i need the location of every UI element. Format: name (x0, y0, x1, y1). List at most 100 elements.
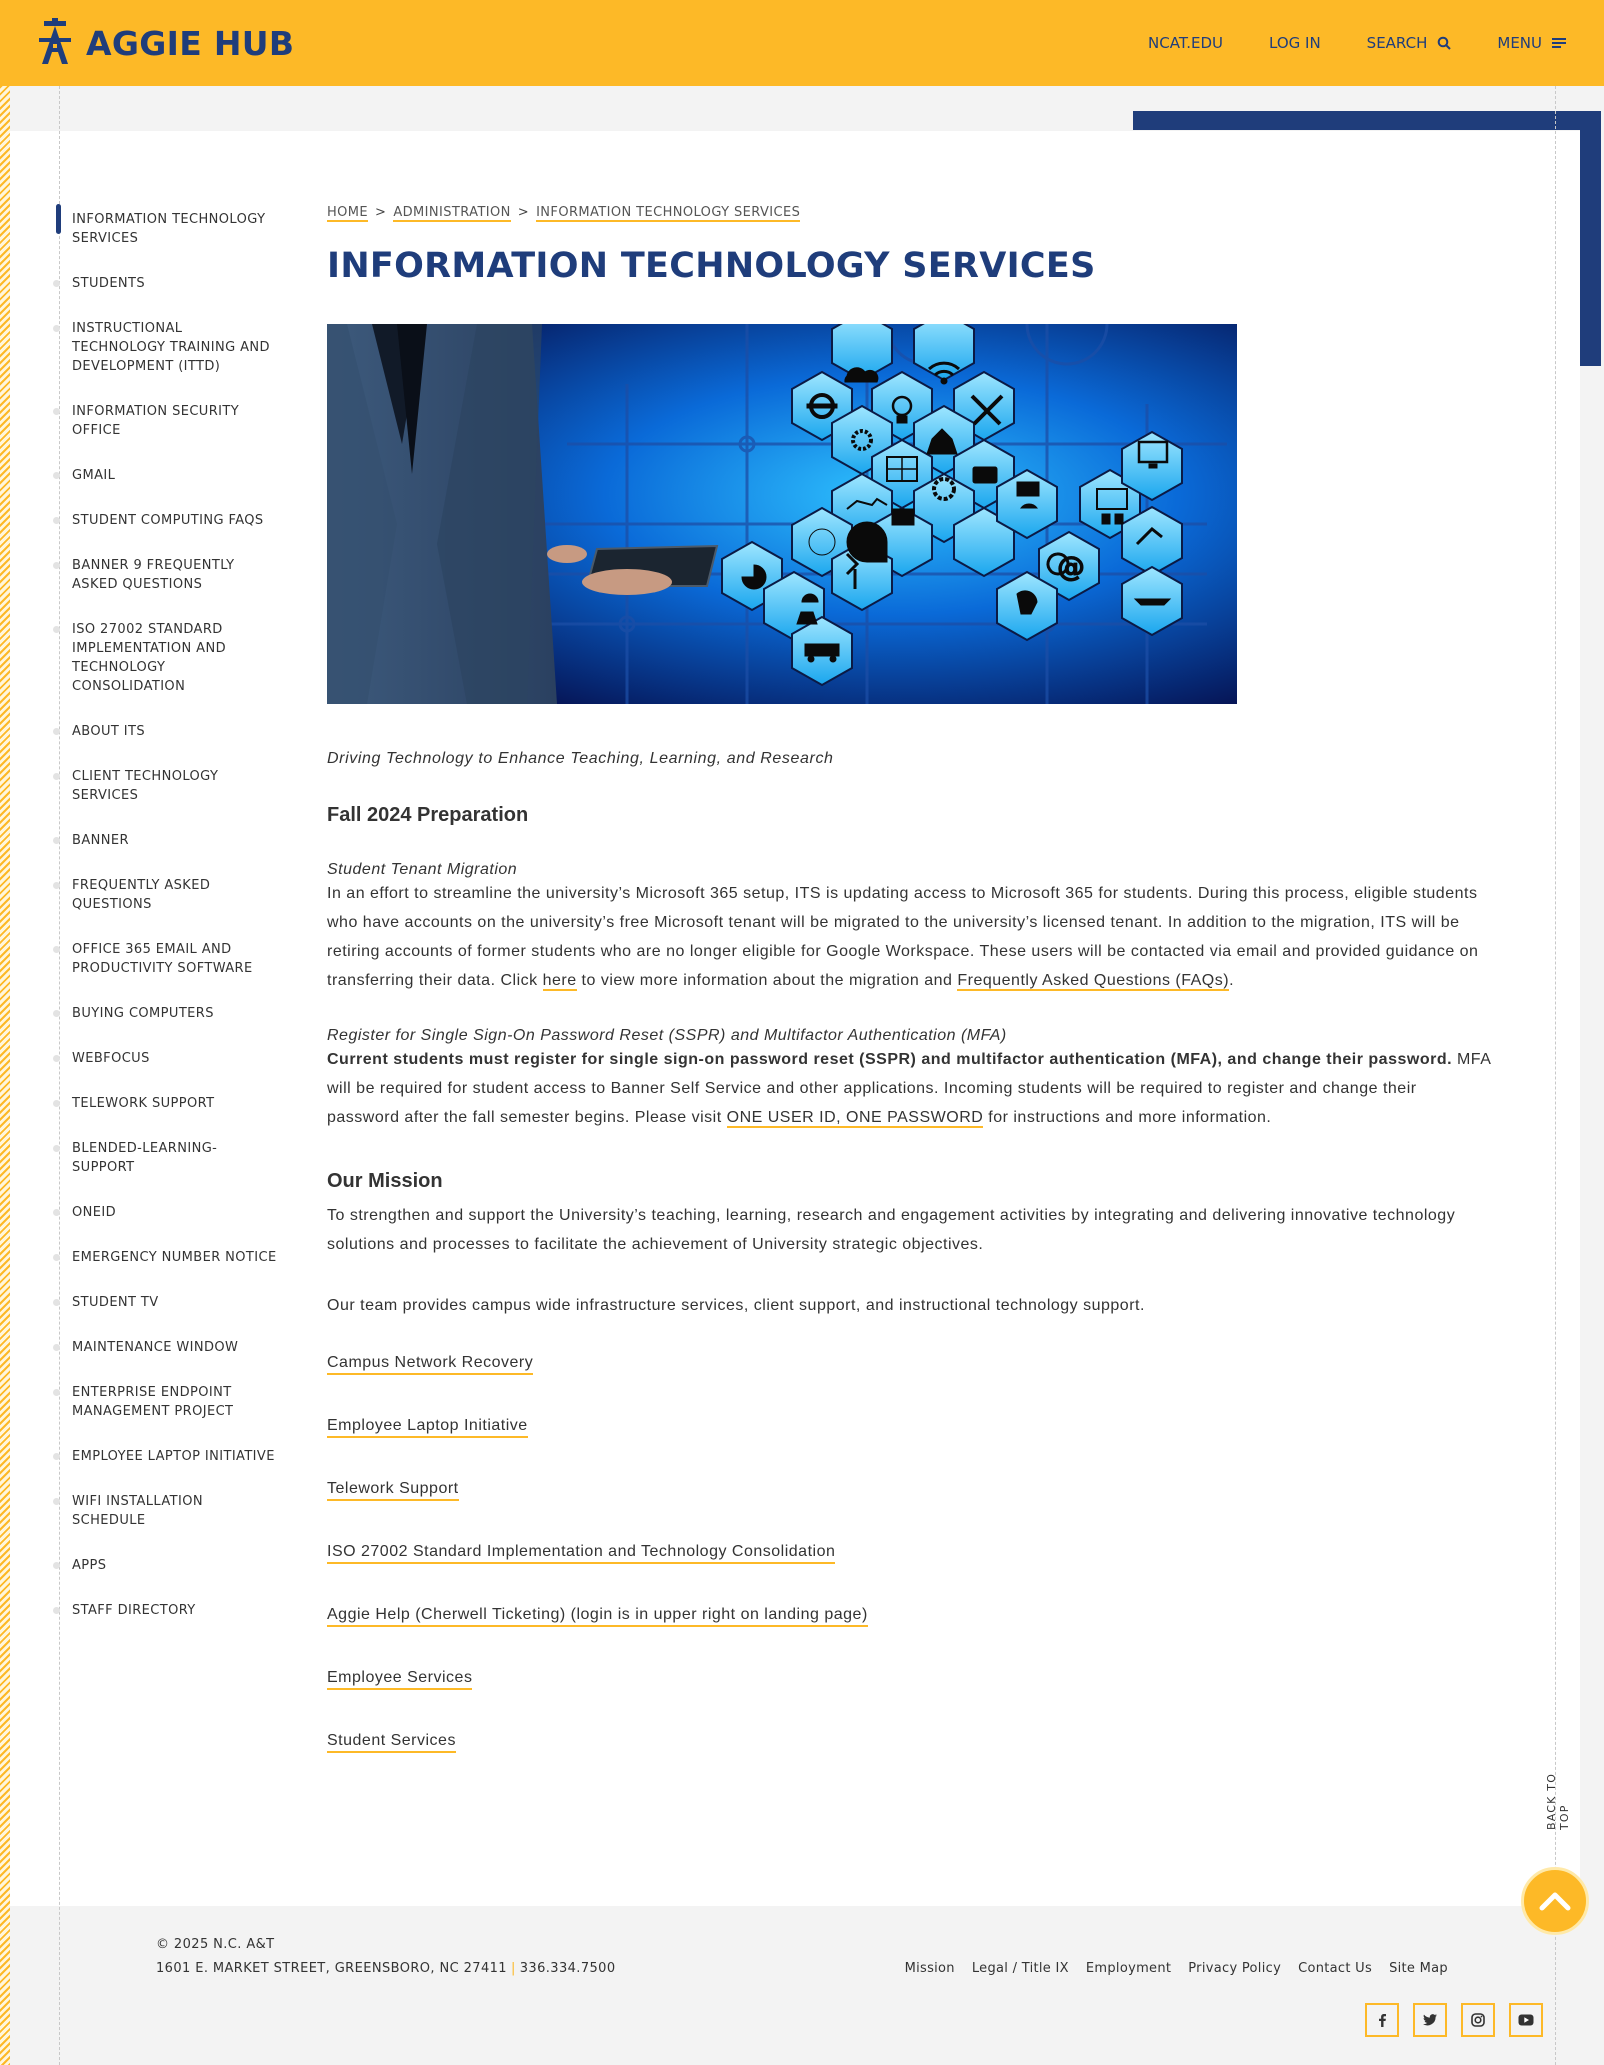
chevron-up-icon (1539, 1892, 1571, 1911)
footer-link-sitemap[interactable]: Site Map (1389, 1961, 1448, 1976)
sidenav-item-laptop[interactable]: EMPLOYEE LAPTOP INITIATIVE (53, 1447, 278, 1466)
sidenav-item-students[interactable]: STUDENTS (53, 274, 278, 293)
link-aggie-help[interactable]: Aggie Help (Cherwell Ticketing) (login i… (327, 1604, 868, 1627)
guide-line-right (1555, 86, 1556, 2065)
breadcrumb-home[interactable]: HOME (327, 205, 369, 222)
search-button[interactable]: SEARCH (1367, 34, 1452, 52)
youtube-button[interactable] (1509, 2003, 1543, 2037)
sidenav-item-student-tv[interactable]: STUDENT TV (53, 1293, 278, 1312)
sidenav-item-its[interactable]: INFORMATION TECHNOLOGY SERVICES (56, 204, 278, 248)
breadcrumb-separator: > (517, 205, 530, 220)
footer-link-privacy[interactable]: Privacy Policy (1188, 1961, 1281, 1976)
footer-link-employment[interactable]: Employment (1086, 1961, 1171, 1976)
sidenav-item-ittd[interactable]: INSTRUCTIONAL TECHNOLOGY TRAINING AND DE… (53, 319, 278, 376)
breadcrumb: HOME > ADMINISTRATION > INFORMATION TECHNOLO… (327, 205, 1492, 222)
link-iso-27002[interactable]: ISO 27002 Standard Implementation and Te… (327, 1541, 836, 1564)
search-label: SEARCH (1366, 34, 1428, 52)
footer-phone[interactable]: 336.334.7500 (520, 1961, 616, 1976)
twitter-icon (1423, 2014, 1437, 2026)
sspr-heading: Register for Single Sign-On Password Res… (327, 1027, 1007, 1044)
footer-address: 1601 E. MARKET STREET, GREENSBORO, NC 27… (156, 1961, 507, 1976)
ncat-link[interactable]: NCAT.EDU (1148, 34, 1223, 52)
breadcrumb-administration[interactable]: ADMINISTRATION (393, 205, 511, 222)
sidenav-item-oneid[interactable]: ONEID (53, 1203, 278, 1222)
site-brand: AGGIE HUB (86, 23, 295, 63)
team-text: Our team provides campus wide infrastruc… (327, 1297, 1145, 1314)
footer-link-contact[interactable]: Contact Us (1298, 1961, 1372, 1976)
youtube-icon (1518, 2014, 1534, 2026)
login-link[interactable]: LOG IN (1269, 34, 1321, 52)
sidenav-item-banner[interactable]: BANNER (53, 831, 278, 850)
decorative-frame-side (1580, 111, 1601, 366)
faq-link[interactable]: Frequently Asked Questions (FAQs) (957, 972, 1230, 991)
sidenav-item-student-faqs[interactable]: STUDENT COMPUTING FAQS (53, 511, 278, 530)
site-header: AGGIE HUB NCAT.EDU LOG IN SEARCH MENU (0, 0, 1604, 86)
sidenav-item-staff-directory[interactable]: STAFF DIRECTORY (53, 1601, 278, 1620)
twitter-button[interactable] (1413, 2003, 1447, 2037)
decorative-stripe (0, 86, 10, 2065)
sidenav-item-office365[interactable]: OFFICE 365 EMAIL AND PRODUCTIVITY SOFTWA… (53, 940, 278, 978)
back-to-top-button[interactable] (1521, 1867, 1589, 1935)
hero-image: @ (327, 324, 1237, 704)
footer-link-legal[interactable]: Legal / Title IX (972, 1961, 1069, 1976)
mission-heading: Our Mission (327, 1170, 443, 1192)
social-links (1365, 2003, 1543, 2037)
sidenav-item-client-tech[interactable]: CLIENT TECHNOLOGY SERVICES (53, 767, 278, 805)
back-to-top-label[interactable]: BACK TO TOP (1545, 1771, 1571, 1830)
sspr-bold-text: Current students must register for singl… (327, 1051, 1453, 1068)
mission-text: To strengthen and support the University… (327, 1207, 1456, 1253)
decorative-frame-top (1133, 111, 1601, 130)
sidenav-item-faq[interactable]: FREQUENTLY ASKED QUESTIONS (53, 876, 278, 914)
page-title: INFORMATION TECHNOLOGY SERVICES (327, 246, 1096, 286)
link-campus-network-recovery[interactable]: Campus Network Recovery (327, 1352, 534, 1375)
breadcrumb-separator: > (375, 205, 387, 220)
tenant-migration-heading: Student Tenant Migration (327, 861, 518, 878)
site-logo[interactable]: AGGIE HUB (38, 18, 294, 68)
link-telework-support[interactable]: Telework Support (327, 1478, 459, 1501)
footer-link-mission[interactable]: Mission (905, 1961, 955, 1976)
sidenav-item-maintenance[interactable]: MAINTENANCE WINDOW (53, 1338, 278, 1357)
top-nav: NCAT.EDU LOG IN SEARCH MENU (1148, 0, 1566, 86)
quick-links: Campus Network Recovery Employee Laptop … (327, 1352, 1492, 1793)
sidenav-item-blended-learning[interactable]: BLENDED-LEARNING-SUPPORT (53, 1139, 278, 1177)
sidenav-item-endpoint[interactable]: ENTERPRISE ENDPOINT MANAGEMENT PROJECT (53, 1383, 278, 1421)
main-content: HOME > ADMINISTRATION > INFORMATION TECHNOLO… (327, 205, 1492, 1793)
instagram-icon (1471, 2013, 1485, 2027)
facebook-button[interactable] (1365, 2003, 1399, 2037)
search-icon (1438, 36, 1452, 50)
one-user-id-link[interactable]: ONE USER ID, ONE PASSWORD (726, 1109, 984, 1128)
sidenav-item-security-office[interactable]: INFORMATION SECURITY OFFICE (53, 402, 278, 440)
sidenav-item-apps[interactable]: APPS (53, 1556, 278, 1575)
tenant-migration-text: In an effort to streamline the universit… (327, 879, 1492, 995)
sidenav-item-buying-computers[interactable]: BUYING COMPUTERS (53, 1004, 278, 1023)
link-employee-services[interactable]: Employee Services (327, 1667, 473, 1690)
sidenav-item-gmail[interactable]: GMAIL (53, 466, 278, 485)
tenant-text-3: . (1229, 972, 1235, 989)
sidenav-item-iso27002[interactable]: ISO 27002 STANDARD IMPLEMENTATION AND TE… (53, 620, 278, 696)
aggie-logo-icon (39, 18, 71, 64)
migration-here-link[interactable]: here (542, 972, 577, 991)
sidenav-item-about-its[interactable]: ABOUT ITS (53, 722, 278, 741)
sidenav-item-banner9-faq[interactable]: BANNER 9 FREQUENTLY ASKED QUESTIONS (53, 556, 278, 594)
instagram-button[interactable] (1461, 2003, 1495, 2037)
breadcrumb-current[interactable]: INFORMATION TECHNOLOGY SERVICES (536, 205, 801, 222)
menu-label: MENU (1497, 34, 1542, 52)
footer-divider: | (510, 1961, 516, 1976)
section-nav: INFORMATION TECHNOLOGY SERVICES STUDENTS… (53, 204, 278, 1646)
facebook-icon (1379, 2014, 1386, 2027)
tenant-text-2: to view more information about the migra… (576, 972, 958, 989)
link-student-services[interactable]: Student Services (327, 1730, 456, 1753)
sidenav-item-emergency[interactable]: EMERGENCY NUMBER NOTICE (53, 1248, 278, 1267)
svg-text:@: @ (1057, 550, 1085, 583)
fall-prep-heading: Fall 2024 Preparation (327, 804, 529, 826)
footer-links: Mission Legal / Title IX Employment Priv… (905, 1961, 1448, 1976)
link-employee-laptop-initiative[interactable]: Employee Laptop Initiative (327, 1415, 528, 1438)
menu-button[interactable]: MENU (1497, 34, 1566, 52)
sspr-text: Current students must register for singl… (327, 1045, 1492, 1132)
footer-copyright: © 2025 N.C. A&T (156, 1937, 275, 1952)
menu-icon (1552, 38, 1566, 48)
tagline: Driving Technology to Enhance Teaching, … (327, 750, 834, 767)
sidenav-item-webfocus[interactable]: WEBFOCUS (53, 1049, 278, 1068)
sidenav-item-telework[interactable]: TELEWORK SUPPORT (53, 1094, 278, 1113)
sidenav-item-wifi[interactable]: WIFI INSTALLATION SCHEDULE (53, 1492, 278, 1530)
